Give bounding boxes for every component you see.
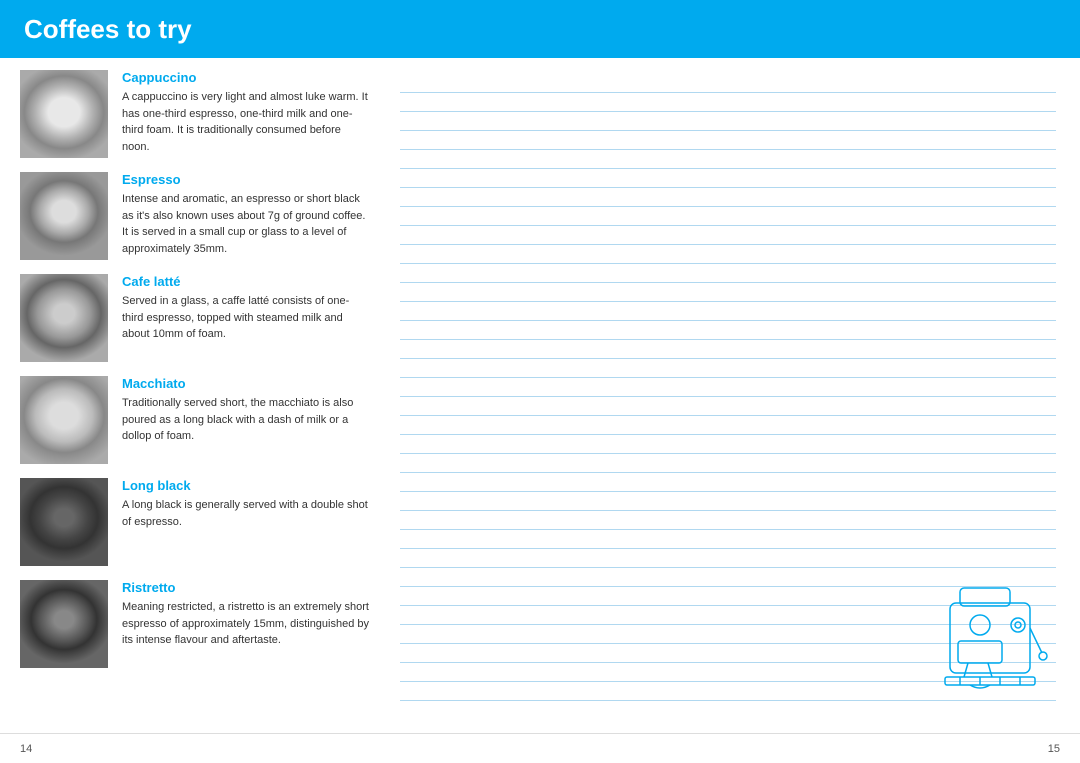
cappuccino-name: Cappuccino — [122, 70, 370, 85]
left-page-number: 14 — [20, 743, 32, 755]
writing-line — [400, 131, 1056, 150]
writing-line — [400, 226, 1056, 245]
writing-line — [400, 473, 1056, 492]
latte-description: Served in a glass, a caffe latté consist… — [122, 293, 370, 343]
writing-line — [400, 454, 1056, 473]
ristretto-name: Ristretto — [122, 580, 370, 595]
writing-line — [400, 283, 1056, 302]
writing-line — [400, 416, 1056, 435]
ristretto-description: Meaning restricted, a ristretto is an ex… — [122, 599, 370, 649]
cappuccino-image — [20, 70, 108, 158]
page-header: Coffees to try — [0, 0, 1080, 58]
coffee-item-latte: Cafe latté Served in a glass, a caffe lat… — [20, 274, 370, 362]
espresso-name: Espresso — [122, 172, 370, 187]
page-body: Cappuccino A cappuccino is very light and… — [0, 58, 1080, 733]
longblack-name: Long black — [122, 478, 370, 493]
latte-name: Cafe latté — [122, 274, 370, 289]
page-title: Coffees to try — [24, 14, 192, 45]
coffee-item-longblack: Long black A long black is generally serv… — [20, 478, 370, 566]
cappuccino-description: A cappuccino is very light and almost lu… — [122, 89, 370, 155]
coffee-item-cappuccino: Cappuccino A cappuccino is very light and… — [20, 70, 370, 158]
writing-line — [400, 74, 1056, 93]
writing-line — [400, 492, 1056, 511]
coffee-item-espresso: Espresso Intense and aromatic, an espress… — [20, 172, 370, 260]
writing-line — [400, 511, 1056, 530]
longblack-description: A long black is generally served with a … — [122, 497, 370, 530]
writing-line — [400, 302, 1056, 321]
writing-line — [400, 112, 1056, 131]
writing-line — [400, 207, 1056, 226]
espresso-description: Intense and aromatic, an espresso or sho… — [122, 191, 370, 257]
writing-line — [400, 150, 1056, 169]
writing-line — [400, 188, 1056, 207]
writing-line — [400, 530, 1056, 549]
writing-line — [400, 321, 1056, 340]
macchiato-name: Macchiato — [122, 376, 370, 391]
writing-line — [400, 245, 1056, 264]
ristretto-image — [20, 580, 108, 668]
coffee-item-macchiato: Macchiato Traditionally served short, the… — [20, 376, 370, 464]
page-footer: 14 15 — [0, 733, 1080, 763]
right-page-number: 15 — [1048, 743, 1060, 755]
macchiato-description: Traditionally served short, the macchiat… — [122, 395, 370, 445]
longblack-image — [20, 478, 108, 566]
writing-line — [400, 264, 1056, 283]
writing-line — [400, 378, 1056, 397]
writing-line — [400, 340, 1056, 359]
left-panel: Cappuccino A cappuccino is very light and… — [0, 70, 390, 733]
writing-line — [400, 397, 1056, 416]
coffee-item-ristretto: Ristretto Meaning restricted, a ristretto… — [20, 580, 370, 668]
writing-line — [400, 359, 1056, 378]
espresso-image — [20, 172, 108, 260]
latte-image — [20, 274, 108, 362]
right-panel — [390, 70, 1080, 733]
writing-line — [400, 435, 1056, 454]
writing-line — [400, 93, 1056, 112]
espresso-machine-icon — [930, 573, 1060, 703]
writing-line — [400, 549, 1056, 568]
macchiato-image — [20, 376, 108, 464]
writing-line — [400, 169, 1056, 188]
